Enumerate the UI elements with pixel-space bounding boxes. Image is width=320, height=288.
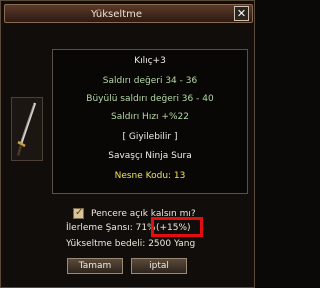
wearable-label: [ Giyilebilir ] <box>122 132 178 142</box>
bonus-highlight-box <box>151 217 203 237</box>
close-button[interactable]: ✕ <box>234 6 249 21</box>
katana-sword-icon <box>16 102 37 157</box>
cancel-button[interactable]: iptal <box>131 258 187 274</box>
success-chance-text: İlerleme Şansı: 71% <box>66 223 156 233</box>
upgrade-window: Yükseltme ✕ Kılıç+3 Saldırı değeri 34 - … <box>0 0 255 288</box>
ok-button[interactable]: Tamam <box>67 258 123 274</box>
window-title: Yükseltme <box>90 9 143 20</box>
item-slot[interactable] <box>11 97 43 161</box>
item-name: Kılıç+3 <box>134 56 166 66</box>
window-titlebar[interactable]: Yükseltme ✕ <box>4 4 253 23</box>
attack-value: Saldırı değeri 34 - 36 <box>102 76 198 86</box>
checkmark-icon: ✓ <box>75 207 84 218</box>
class-restrictions: Savaşçı Ninja Sura <box>108 151 192 161</box>
close-icon: ✕ <box>236 7 247 20</box>
keep-open-checkbox[interactable]: ✓ <box>73 207 84 219</box>
item-code: Nesne Kodu: 13 <box>114 171 186 181</box>
attack-speed-value: Saldırı Hızı +%22 <box>111 112 189 122</box>
magic-attack-value: Büyülü saldırı değeri 36 - 40 <box>86 94 214 104</box>
upgrade-cost-text: Yükseltme bedeli: 2500 Yang <box>66 239 196 249</box>
item-tooltip: Kılıç+3 Saldırı değeri 34 - 36 Büyülü sa… <box>52 49 248 194</box>
